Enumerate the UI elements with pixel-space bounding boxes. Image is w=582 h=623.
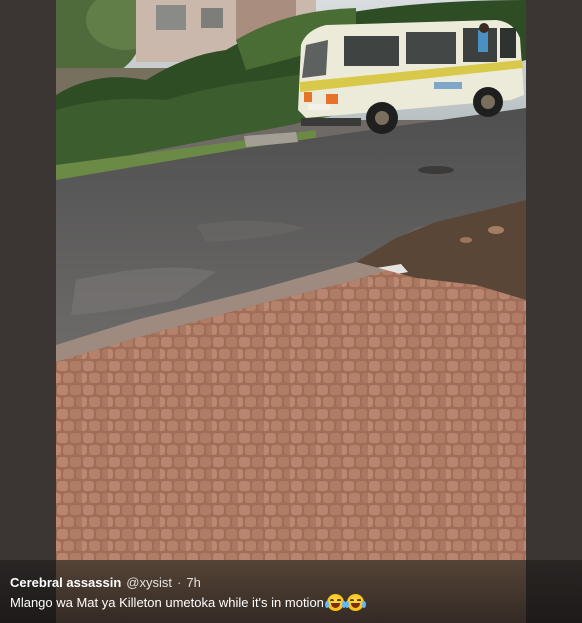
- tweet-photo[interactable]: [56, 0, 526, 560]
- tweet-body: Mlango wa Mat ya Killeton umetoka while …: [10, 595, 324, 610]
- street-scene-image: [56, 0, 526, 560]
- tears-of-joy-emoji-icon: [324, 594, 346, 611]
- header-separator: ·: [177, 575, 182, 590]
- tweet-header: Cerebral assassin @xysist · 7h: [10, 575, 201, 590]
- left-backdrop: [0, 0, 56, 623]
- right-backdrop: [526, 0, 582, 623]
- tweet-caption-overlay: [0, 560, 582, 623]
- author-handle[interactable]: @xysist: [126, 575, 172, 590]
- author-name[interactable]: Cerebral assassin: [10, 575, 121, 590]
- tears-of-joy-emoji-icon: [344, 594, 366, 611]
- tweet-timestamp[interactable]: 7h: [186, 575, 200, 590]
- tweet-text: Mlango wa Mat ya Killeton umetoka while …: [10, 594, 366, 611]
